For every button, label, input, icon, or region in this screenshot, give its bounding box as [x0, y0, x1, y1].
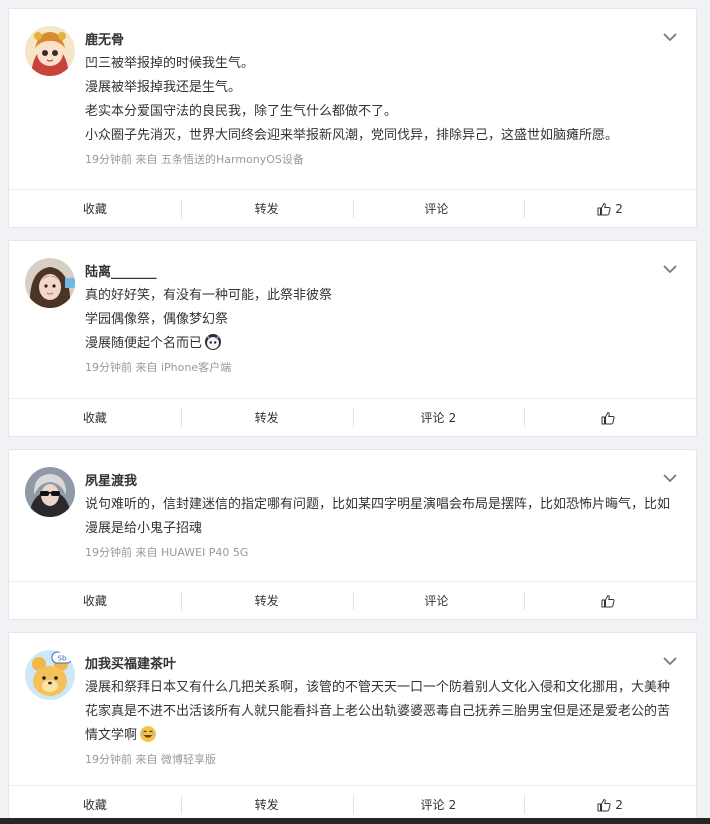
comment-card: Sb 加我买福建茶叶 漫展和祭拜日本又有什么几把关系啊，该管的不管天天一口一个防…: [8, 632, 697, 824]
comment-text: 真的好好笑，有没有一种可能，此祭非彼祭: [85, 288, 333, 303]
comment-text: 学园偶像祭，偶像梦幻祭: [85, 312, 229, 327]
action-bar: 收藏 转发 评论 2: [9, 189, 696, 227]
repost-button[interactable]: 转发: [180, 399, 353, 436]
comment-text: 说句难听的，信封建迷信的指定哪有问题，比如某四字明星演唱会布局是摆阵，比如恐怖片…: [85, 497, 671, 536]
comment-body: 凹三被举报掉的时候我生气。 漫展被举报掉我还是生气。 老实本分爱国守法的良民我，…: [85, 52, 675, 168]
comment-text-with-emoji: 漫展随便起个名而已: [85, 332, 675, 356]
comment-label: 评论: [420, 411, 445, 425]
collect-button[interactable]: 收藏: [9, 190, 181, 227]
emoji-icon: [205, 334, 222, 350]
thumbs-up-icon: [597, 798, 611, 811]
repost-label: 转发: [254, 411, 279, 425]
comment-text: 漫展和祭拜日本又有什么几把关系啊，该管的不管天天一口一个防着别人文化入侵和文化挪…: [85, 680, 671, 743]
comment-meta: 19分钟前 来自 HUAWEI P40 5G: [85, 546, 249, 559]
chevron-down-icon[interactable]: [662, 31, 678, 43]
laughing-emoji-icon: [140, 726, 157, 742]
username[interactable]: 陆离_______: [85, 261, 157, 280]
svg-text:Sb: Sb: [58, 655, 67, 663]
repost-label: 转发: [254, 594, 279, 608]
comment-label: 评论: [420, 798, 445, 812]
collect-label: 收藏: [82, 202, 107, 216]
like-count: 2: [615, 201, 623, 216]
repost-label: 转发: [254, 202, 279, 216]
thumbs-up-icon: [601, 411, 615, 424]
like-count: 2: [615, 797, 623, 812]
comment-count: 2: [448, 410, 457, 425]
collect-label: 收藏: [82, 594, 107, 608]
comment-card: 陆离_______ 真的好好笑，有没有一种可能，此祭非彼祭 学园偶像祭，偶像梦幻…: [8, 240, 697, 437]
like-button[interactable]: 2: [524, 190, 696, 227]
action-bar: 收藏 转发 评论: [9, 581, 696, 619]
repost-button[interactable]: 转发: [180, 190, 353, 227]
username[interactable]: 加我买福建茶叶: [85, 653, 176, 672]
comment-body: 说句难听的，信封建迷信的指定哪有问题，比如某四字明星演唱会布局是摆阵，比如恐怖片…: [85, 493, 675, 561]
comment-meta: 19分钟前 来自 iPhone客户端: [85, 361, 232, 374]
comment-label: 评论: [424, 202, 449, 216]
thumbs-up-icon: [601, 594, 615, 607]
like-button[interactable]: [524, 582, 696, 619]
avatar[interactable]: Sb: [25, 650, 75, 700]
collect-label: 收藏: [82, 411, 107, 425]
avatar[interactable]: [25, 258, 75, 308]
comment-text: 小众圈子先消灭，世界大同终会迎来举报新风潮，党同伐异，排除异己，这盛世如脑瘫所愿…: [85, 128, 619, 143]
avatar[interactable]: [25, 26, 75, 76]
taskbar-strip: [0, 818, 710, 824]
username[interactable]: 夙星渡我: [85, 470, 137, 489]
chevron-down-icon[interactable]: [662, 472, 678, 484]
like-button[interactable]: [524, 399, 696, 436]
username[interactable]: 鹿无骨: [85, 29, 124, 48]
action-bar: 收藏 转发 评论 2: [9, 398, 696, 436]
comment-text: 漫展被举报掉我还是生气。: [85, 80, 242, 95]
comment-button[interactable]: 评论 2: [352, 399, 525, 436]
comment-body: 真的好好笑，有没有一种可能，此祭非彼祭 学园偶像祭，偶像梦幻祭 漫展随便起个名而…: [85, 284, 675, 376]
comment-body: 漫展和祭拜日本又有什么几把关系啊，该管的不管天天一口一个防着别人文化入侵和文化挪…: [85, 676, 675, 768]
comment-button[interactable]: 评论: [352, 582, 525, 619]
comment-count: 2: [448, 797, 457, 812]
comment-text-with-emoji: 漫展和祭拜日本又有什么几把关系啊，该管的不管天天一口一个防着别人文化入侵和文化挪…: [85, 676, 675, 748]
chevron-down-icon[interactable]: [662, 655, 678, 667]
comment-label: 评论: [424, 594, 449, 608]
comment-button[interactable]: 评论: [352, 190, 525, 227]
thumbs-up-icon: [597, 202, 611, 215]
repost-label: 转发: [254, 798, 279, 812]
comment-meta: 19分钟前 来自 五条悟送的HarmonyOS设备: [85, 153, 304, 166]
collect-button[interactable]: 收藏: [9, 399, 181, 436]
collect-button[interactable]: 收藏: [9, 582, 181, 619]
comment-text: 凹三被举报掉的时候我生气。: [85, 56, 255, 71]
comment-meta: 19分钟前 来自 微博轻享版: [85, 753, 216, 766]
avatar[interactable]: [25, 467, 75, 517]
collect-label: 收藏: [82, 798, 107, 812]
chevron-down-icon[interactable]: [662, 263, 678, 275]
comment-card: 夙星渡我 说句难听的，信封建迷信的指定哪有问题，比如某四字明星演唱会布局是摆阵，…: [8, 449, 697, 620]
comment-text: 老实本分爱国守法的良民我，除了生气什么都做不了。: [85, 104, 398, 119]
repost-button[interactable]: 转发: [180, 582, 353, 619]
comment-card: 鹿无骨 凹三被举报掉的时候我生气。 漫展被举报掉我还是生气。 老实本分爱国守法的…: [8, 8, 697, 228]
comment-text: 漫展随便起个名而已: [85, 336, 203, 351]
